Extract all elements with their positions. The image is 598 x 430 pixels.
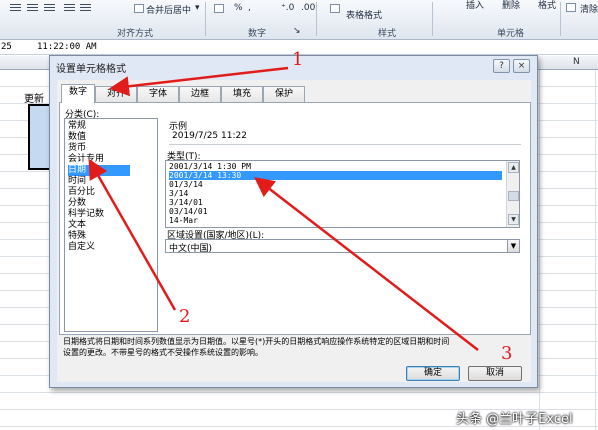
chevron-down-icon[interactable]: ▼ xyxy=(507,240,519,252)
tab-alignment[interactable]: 对齐 xyxy=(95,86,137,102)
delete-button[interactable]: 删除 xyxy=(502,0,520,11)
ribbon-separator xyxy=(316,2,317,36)
sample-divider xyxy=(169,144,521,145)
format-as-table-button[interactable]: 表格格式 xyxy=(346,8,382,21)
format-as-table-icon[interactable] xyxy=(330,4,340,13)
category-item[interactable]: 常规 xyxy=(68,121,130,132)
description-line: 设置的更改。不带星号的格式不受操作系统设置的影响。 xyxy=(63,348,263,357)
close-button[interactable]: × xyxy=(513,59,530,73)
type-list[interactable]: 2001/3/14 1:30 PM 2001/3/14 13:30 01/3/1… xyxy=(165,160,520,228)
category-item[interactable]: 特殊 xyxy=(68,231,130,242)
column-header-n[interactable]: N xyxy=(573,57,580,67)
annotation-number-2: 2 xyxy=(179,306,191,327)
percent-icon[interactable]: % xyxy=(234,3,243,13)
cell-reference: 25 xyxy=(1,42,12,52)
category-item[interactable]: 文本 xyxy=(68,220,130,231)
ribbon-separator xyxy=(560,2,561,36)
dialog-title: 设置单元格格式 xyxy=(56,64,126,75)
ribbon: 合并后居中 ▾ 对齐方式 % , ⁺.0 .00 数字 ↘ 表格格式 样式 插入… xyxy=(0,0,598,40)
merge-dropdown-icon[interactable]: ▾ xyxy=(195,3,200,13)
type-item[interactable]: 2001/3/14 1:30 PM xyxy=(169,162,502,171)
ribbon-separator xyxy=(205,2,206,36)
align-right-icon[interactable] xyxy=(44,4,55,13)
grid-line xyxy=(595,70,596,430)
locale-select[interactable]: 中文(中国) ▼ xyxy=(165,239,520,254)
clear-button[interactable]: 清除 xyxy=(580,2,598,15)
type-list-scrollbar[interactable]: ▲ ▼ xyxy=(506,161,519,227)
group-label-alignment: 对齐方式 xyxy=(117,29,154,39)
ok-button[interactable]: 确定 xyxy=(406,366,460,381)
increase-indent-icon[interactable] xyxy=(80,4,91,13)
type-item[interactable]: 01/3/14 xyxy=(169,180,502,189)
sheet-cell-header[interactable]: 更新 xyxy=(24,90,44,105)
group-label-styles: 样式 xyxy=(378,29,397,39)
scroll-thumb[interactable] xyxy=(508,191,519,201)
tab-border[interactable]: 边框 xyxy=(179,86,221,102)
sample-value: 2019/7/25 11:22 xyxy=(172,131,247,141)
category-list[interactable]: 常规 数值 货币 会计专用 日期 时间 百分比 分数 科学记数 文本 特殊 自定… xyxy=(64,118,158,332)
tab-protection[interactable]: 保护 xyxy=(263,86,305,102)
category-item[interactable]: 自定义 xyxy=(68,242,130,253)
type-item[interactable]: 03/14/01 xyxy=(169,207,502,216)
category-item[interactable]: 数值 xyxy=(68,132,130,143)
align-center-icon[interactable] xyxy=(27,4,38,13)
eraser-icon[interactable] xyxy=(566,3,576,12)
group-label-number: 数字 xyxy=(248,29,267,39)
category-item[interactable]: 时间 xyxy=(68,176,130,187)
help-button[interactable]: ? xyxy=(493,59,510,73)
align-left-icon[interactable] xyxy=(10,4,21,13)
type-item-selected[interactable]: 2001/3/14 13:30 xyxy=(169,171,502,180)
scroll-down-icon[interactable]: ▼ xyxy=(508,214,519,225)
category-item-date[interactable]: 日期 xyxy=(68,165,130,176)
scroll-up-icon[interactable]: ▲ xyxy=(508,162,519,173)
ribbon-separator xyxy=(432,2,433,36)
number-dialog-launcher-icon[interactable]: ↘ xyxy=(293,26,301,36)
type-item[interactable]: 3/14 xyxy=(169,189,502,198)
tab-font[interactable]: 字体 xyxy=(137,86,179,102)
annotation-number-3: 3 xyxy=(501,343,513,364)
category-item[interactable]: 百分比 xyxy=(68,187,130,198)
group-label-cells: 单元格 xyxy=(497,29,525,39)
description-line: 日期格式将日期和时间系列数值显示为日期值。以星号(*)开头的日期格式响应操作系统… xyxy=(63,337,450,346)
locale-value: 中文(中国) xyxy=(169,244,213,254)
merge-center-button[interactable]: 合并后居中 xyxy=(146,3,191,16)
increase-decimal-icon[interactable]: ⁺.0 xyxy=(281,3,294,13)
cancel-button[interactable]: 取消 xyxy=(468,366,522,381)
insert-button[interactable]: 插入 xyxy=(466,0,484,11)
tab-fill[interactable]: 填充 xyxy=(221,86,263,102)
category-item[interactable]: 会计专用 xyxy=(68,154,130,165)
grid-line xyxy=(539,70,540,430)
format-cells-dialog: 设置单元格格式 ? × 数字 对齐 字体 边框 填充 保护 分类(C): 常规 … xyxy=(49,55,538,388)
category-item[interactable]: 分数 xyxy=(68,198,130,209)
type-item[interactable]: 3/14/01 xyxy=(169,198,502,207)
category-item[interactable]: 科学记数 xyxy=(68,209,130,220)
watermark: 头条 @兰叶子Excel xyxy=(456,412,573,427)
merge-center-icon[interactable] xyxy=(134,4,144,13)
type-item[interactable]: 14-Mar xyxy=(169,216,502,225)
decrease-indent-icon[interactable] xyxy=(64,4,75,13)
formula-value[interactable]: 11:22:00 AM xyxy=(37,42,97,52)
accounting-format-icon[interactable] xyxy=(214,4,224,13)
tab-number[interactable]: 数字 xyxy=(61,84,95,103)
category-item[interactable]: 货币 xyxy=(68,143,130,154)
format-button[interactable]: 格式 xyxy=(538,0,556,11)
decrease-decimal-icon[interactable]: .00 xyxy=(301,3,315,13)
format-description: 日期格式将日期和时间系列数值显示为日期值。以星号(*)开头的日期格式响应操作系统… xyxy=(63,336,523,358)
comma-style-icon[interactable]: , xyxy=(248,3,251,13)
annotation-number-1: 1 xyxy=(292,49,304,70)
